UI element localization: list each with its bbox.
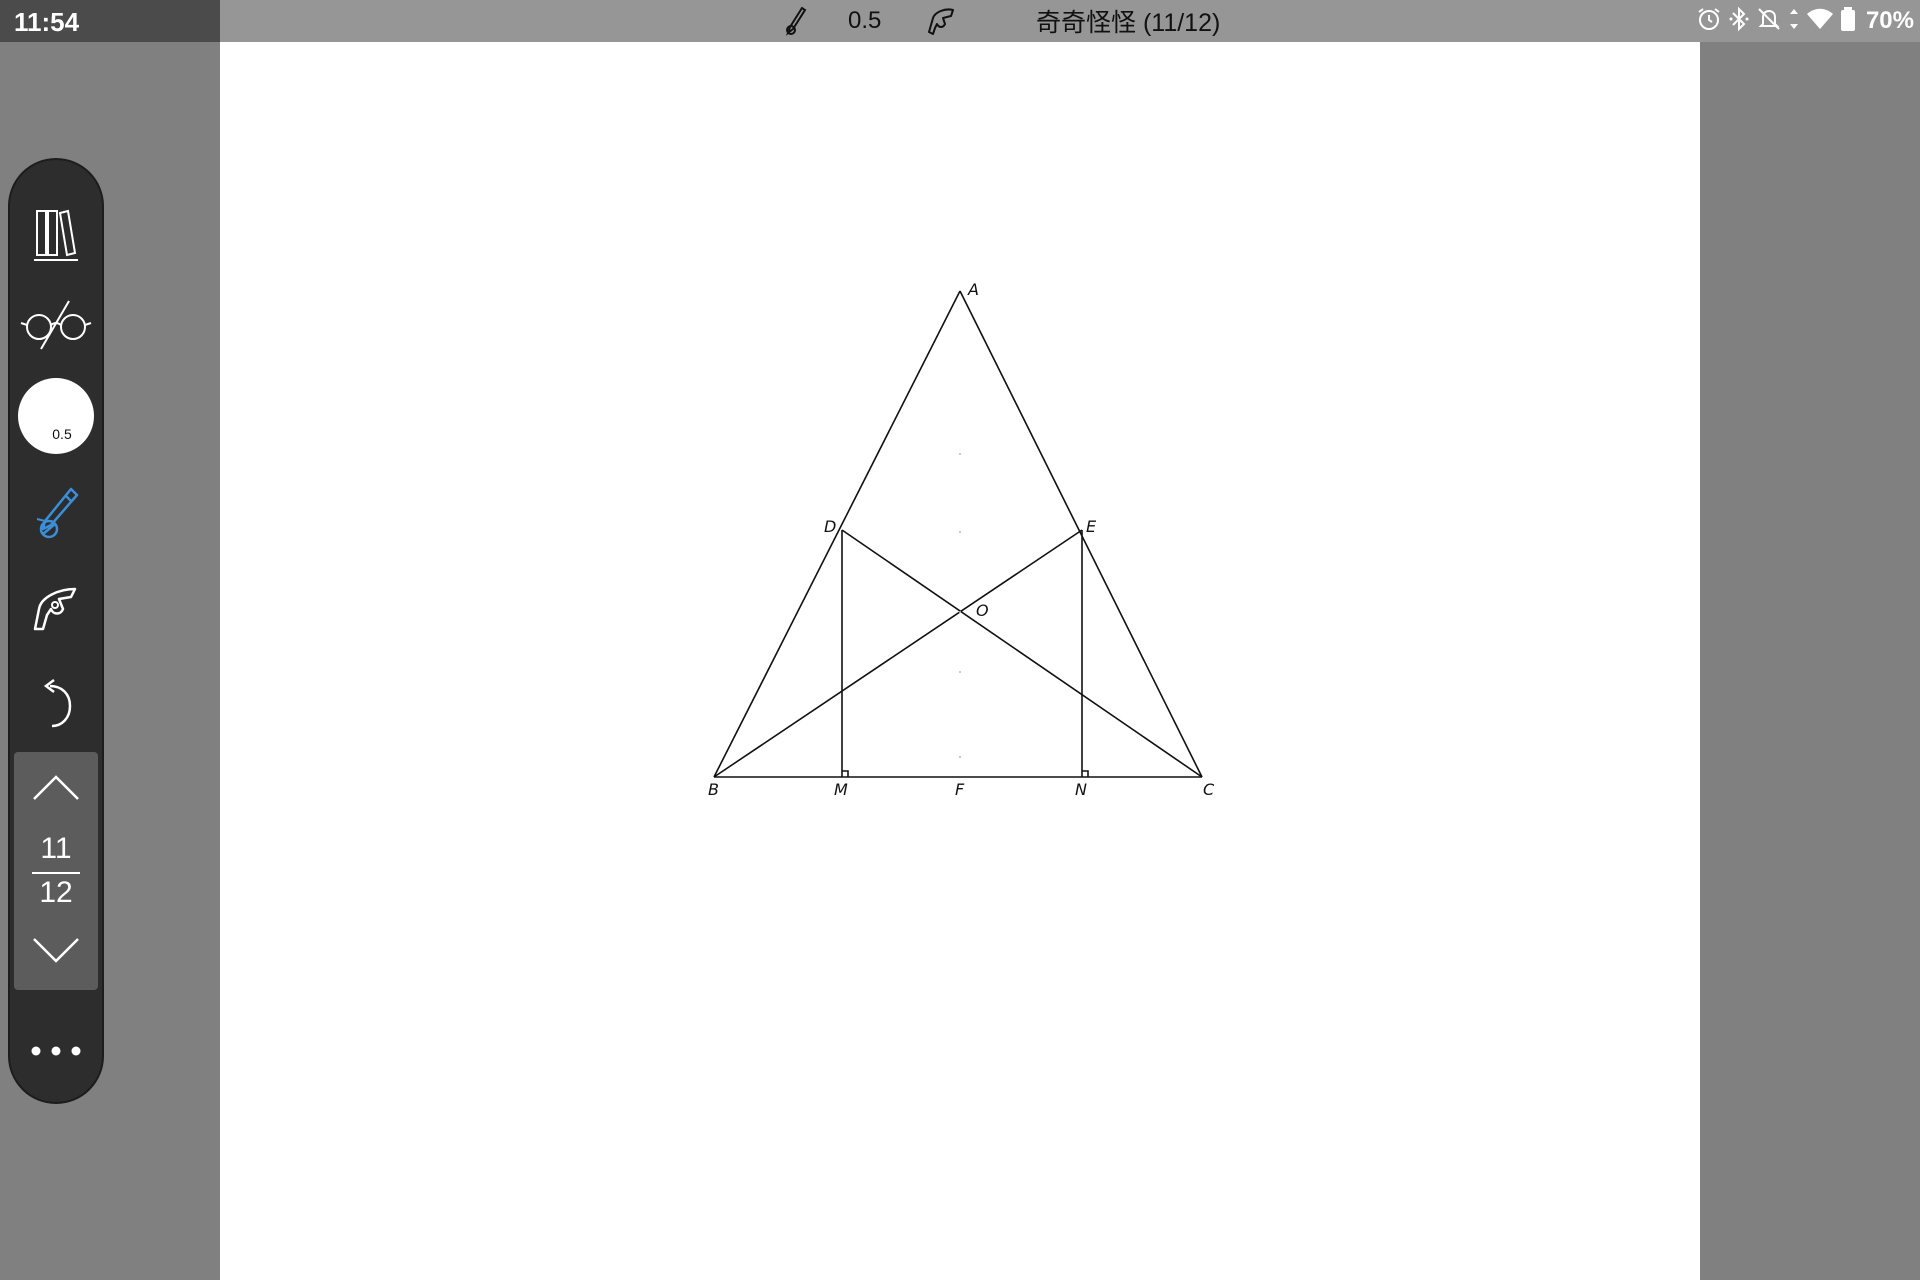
clock: 11:54 xyxy=(14,7,80,37)
clock-area: 11:54 xyxy=(0,0,220,42)
library-icon[interactable] xyxy=(10,200,102,270)
wifi-icon xyxy=(1806,7,1834,36)
right-angle-m xyxy=(842,770,849,777)
system-icons: 70% xyxy=(1654,0,1920,42)
battery-percentage: 70% xyxy=(1865,7,1914,34)
pen-size-status[interactable]: 0.5 xyxy=(848,0,881,42)
floating-toolbar: 0.5 11 12 xyxy=(8,158,104,1104)
label-f: F xyxy=(955,780,965,799)
segment-eb xyxy=(713,529,1083,778)
pen-tool-icon[interactable] xyxy=(10,478,102,548)
label-m: M xyxy=(834,780,848,799)
label-d: D xyxy=(824,517,836,536)
battery-icon xyxy=(1840,6,1856,37)
page-navigator: 11 12 xyxy=(14,752,98,990)
side-ab xyxy=(713,290,961,778)
status-bar: 11:54 0.5 奇奇怪怪 (11/12) 70% xyxy=(0,0,1920,42)
side-ac xyxy=(959,290,1203,778)
label-b: B xyxy=(708,780,719,799)
gesture-hand-icon[interactable] xyxy=(10,574,102,644)
reading-mode-glasses-icon[interactable] xyxy=(10,290,102,360)
pen-size-selector[interactable]: 0.5 xyxy=(18,378,94,454)
label-n: N xyxy=(1075,780,1087,799)
geometry-drawing: A D E O B M F N C xyxy=(708,280,1215,799)
label-a: A xyxy=(967,280,979,299)
pen-size-label: 0.5 xyxy=(52,426,72,442)
drawing-canvas[interactable]: A D E O B M F N C xyxy=(220,42,1700,1280)
undo-icon[interactable] xyxy=(10,670,102,740)
pen-eraser-icon[interactable] xyxy=(780,0,812,42)
current-page-number[interactable]: 11 xyxy=(14,832,98,866)
label-e: E xyxy=(1086,517,1097,536)
label-c: C xyxy=(1203,780,1215,799)
document-title: 奇奇怪怪 (11/12) xyxy=(1036,9,1221,37)
notifications-off-icon xyxy=(1756,6,1782,37)
more-options-icon[interactable] xyxy=(10,1026,102,1076)
segment-dc xyxy=(841,529,1203,778)
bluetooth-icon xyxy=(1728,6,1750,37)
chevron-up-icon[interactable] xyxy=(14,768,98,808)
label-o: O xyxy=(976,601,989,620)
hand-gesture-icon[interactable] xyxy=(924,0,960,42)
chevron-down-icon[interactable] xyxy=(14,930,98,970)
alarm-icon xyxy=(1696,6,1722,37)
data-arrows-icon xyxy=(1788,6,1800,37)
page-divider xyxy=(32,872,80,874)
right-angle-n xyxy=(1082,770,1089,777)
total-page-number: 12 xyxy=(39,876,73,909)
median-dotted-af xyxy=(959,453,961,758)
